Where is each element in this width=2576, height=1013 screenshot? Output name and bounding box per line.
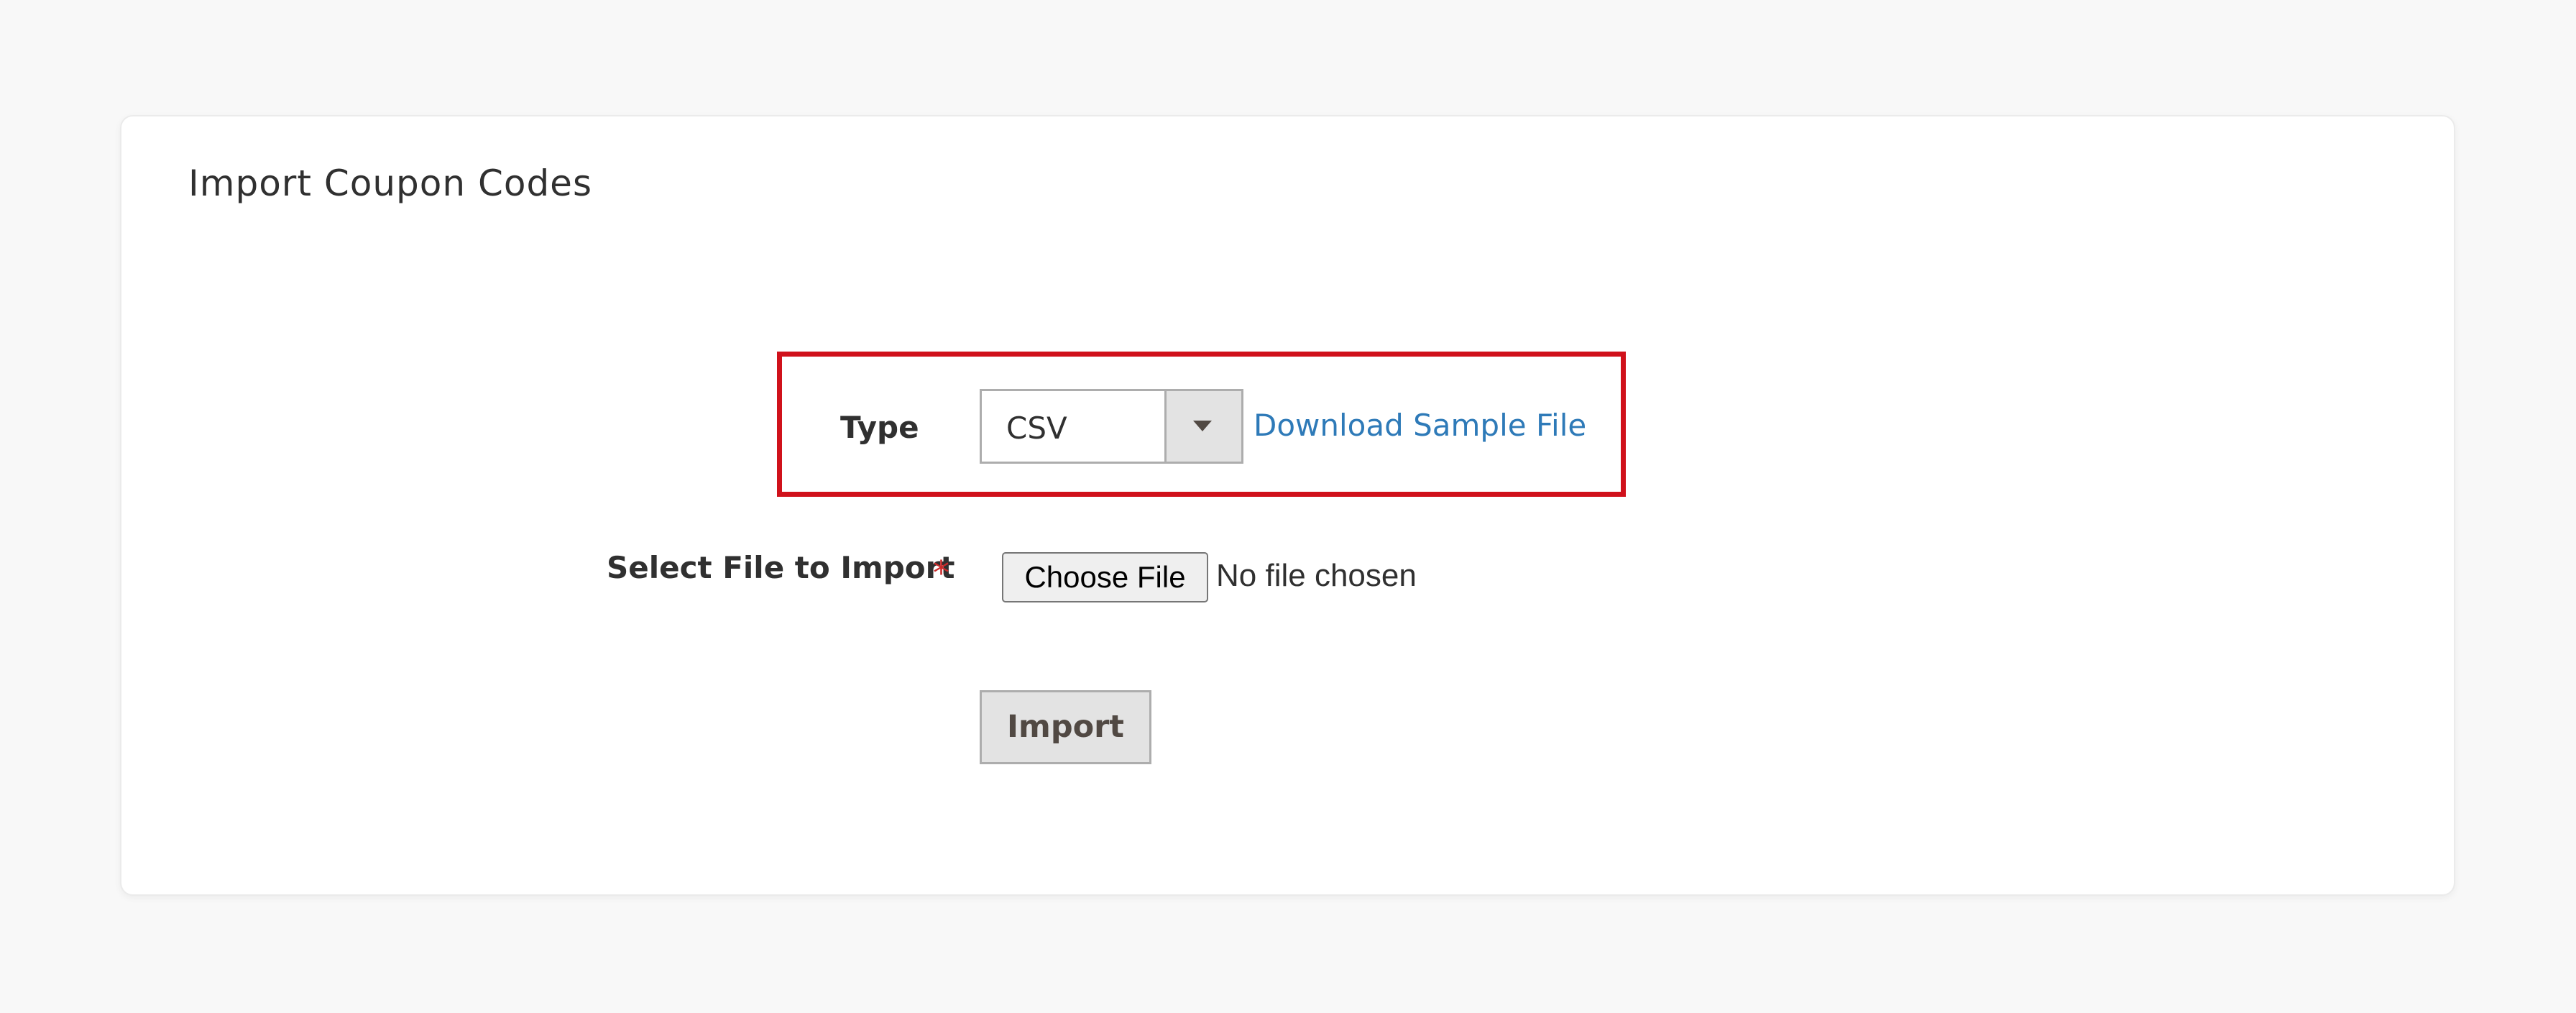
file-status-text: No file chosen xyxy=(1216,558,1417,593)
choose-file-button[interactable]: Choose File xyxy=(1002,552,1208,602)
type-select-value: CSV xyxy=(1006,411,1067,446)
type-label: Type xyxy=(840,410,919,445)
panel-title: Import Coupon Codes xyxy=(188,162,592,204)
download-sample-file-link[interactable]: Download Sample File xyxy=(1254,408,1586,443)
import-button[interactable]: Import xyxy=(980,690,1151,764)
type-select[interactable]: CSV xyxy=(980,389,1243,464)
import-coupon-panel xyxy=(120,115,2455,896)
select-file-label: Select File to Import xyxy=(607,550,955,585)
chevron-down-icon xyxy=(1193,421,1212,431)
type-select-toggle[interactable] xyxy=(1164,391,1241,462)
required-indicator: * xyxy=(933,554,949,592)
